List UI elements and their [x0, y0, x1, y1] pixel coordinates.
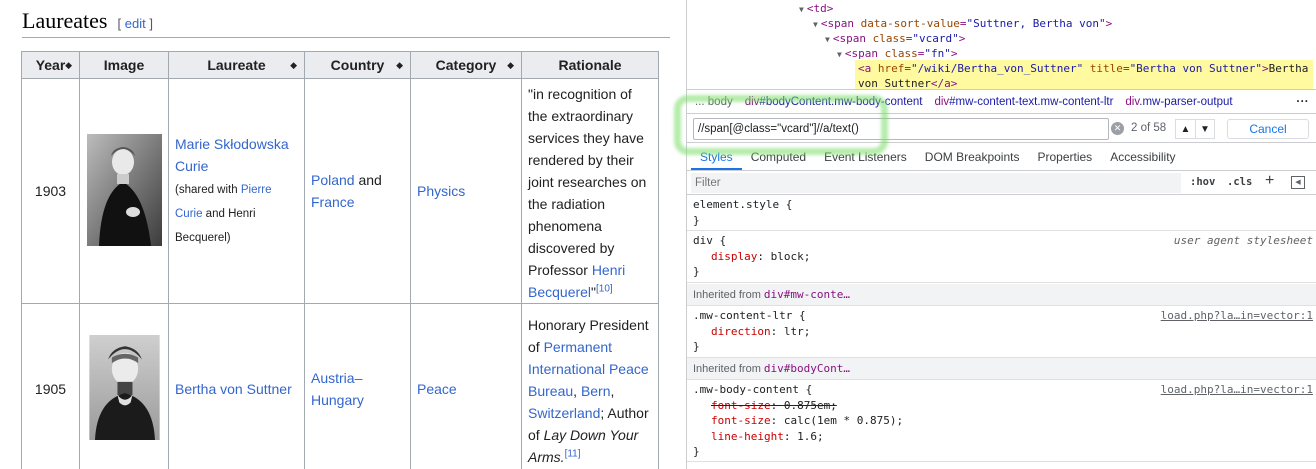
tab-computed[interactable]: Computed	[742, 143, 815, 170]
dom-node-anchor[interactable]: <a href="/wiki/Bertha_von_Suttner" title…	[858, 61, 1308, 77]
category-cell: Physics	[410, 78, 522, 304]
search-result-count: 2 of 58	[1131, 122, 1167, 134]
image-cell	[79, 78, 169, 304]
curie-photo[interactable]	[86, 133, 162, 246]
breadcrumb-item[interactable]: div#mw-content-text.mw-content-ltr	[934, 96, 1113, 108]
section-heading: Laureates [ edit ]	[22, 8, 153, 34]
reference-10[interactable]: [10]	[596, 283, 613, 294]
cancel-button[interactable]: Cancel	[1227, 119, 1309, 139]
tab-dom-breakpoints[interactable]: DOM Breakpoints	[916, 143, 1029, 170]
tab-properties[interactable]: Properties	[1028, 143, 1101, 170]
book-title: Lay Down Your Arms.	[528, 426, 639, 465]
header-image: Image	[79, 51, 169, 79]
breadcrumb-item[interactable]: div#bodyContent.mw-body-content	[745, 96, 923, 108]
table-row: 1903 Marie Skłodowska Curie (shared with…	[21, 78, 659, 304]
expand-triangle-icon[interactable]: ▼	[837, 50, 842, 59]
rationale-link-switzerland[interactable]: Switzerland	[528, 405, 600, 421]
dom-search-bar: ✕ 2 of 58 ▲ ▼ Cancel	[687, 113, 1316, 143]
inherited-header: Inherited from div#mw-conte…	[687, 284, 1316, 306]
rationale-link-bern[interactable]: Bern	[581, 383, 611, 399]
country-link-austria-hungary[interactable]: Austria–Hungary	[311, 367, 371, 411]
rationale-cell: Honorary President of Permanent Internat…	[521, 303, 659, 469]
header-country[interactable]: Country ◆	[304, 51, 411, 79]
new-rule-icon[interactable]: +	[1265, 172, 1274, 190]
table-row: 1905 Bertha von Suttner Austria–Hungary …	[21, 303, 659, 469]
edit-section: [ edit ]	[117, 16, 153, 31]
previous-match-button[interactable]: ▲	[1175, 119, 1195, 139]
stylesheet-source-link[interactable]: load.php?la…in=vector:1	[1161, 382, 1313, 398]
inherited-header: Inherited from div#bodyCont…	[687, 358, 1316, 380]
tab-styles[interactable]: Styles	[691, 143, 742, 170]
suttner-photo[interactable]	[87, 334, 162, 440]
breadcrumb-item[interactable]: div.mw-parser-output	[1125, 96, 1232, 108]
stylesheet-source-link[interactable]: load.php?la…in=vector:1	[1161, 308, 1313, 324]
year-cell: 1903	[21, 78, 80, 304]
inherited-element-link[interactable]: div#bodyCont…	[764, 362, 850, 375]
tab-accessibility[interactable]: Accessibility	[1101, 143, 1184, 170]
dom-breadcrumb: ... body div#bodyContent.mw-body-content…	[687, 89, 1316, 113]
wiki-page: Laureates [ edit ] Year ◆ Image Laureate ◆…	[0, 0, 686, 469]
shared-note: (shared with Pierre Curie and Henri Becq…	[175, 184, 272, 244]
element-style-rule[interactable]: element.style { }	[687, 197, 1316, 231]
more-icon[interactable]: ...	[1296, 93, 1309, 105]
expand-triangle-icon[interactable]: ▼	[813, 20, 818, 29]
section-title: Laureates	[22, 8, 108, 33]
country-cell: Poland and France	[304, 78, 411, 304]
inherited-element-link[interactable]: div#mw-conte…	[764, 288, 850, 301]
clear-icon[interactable]: ✕	[1111, 122, 1124, 135]
laureate-link[interactable]: Bertha von Suttner	[175, 381, 292, 397]
content-ltr-rule[interactable]: load.php?la…in=vector:1 .mw-content-ltr …	[687, 308, 1316, 358]
heading-divider	[22, 37, 670, 38]
div-ua-rule[interactable]: user agent stylesheet div { display: blo…	[687, 233, 1316, 283]
image-cell	[79, 303, 169, 469]
sidebar-toggle-icon[interactable]: ◀	[1291, 176, 1305, 189]
laureates-table: Year ◆ Image Laureate ◆ Country ◆ Category ◆…	[21, 51, 659, 469]
styles-tabs: Styles Computed Event Listeners DOM Brea…	[687, 143, 1316, 171]
header-category[interactable]: Category ◆	[410, 51, 522, 79]
laureate-cell: Bertha von Suttner	[168, 303, 305, 469]
ua-source: user agent stylesheet	[1173, 234, 1313, 247]
country-cell: Austria–Hungary	[304, 303, 411, 469]
reference-11[interactable]: [11]	[565, 448, 581, 459]
breadcrumb-item[interactable]: ... body	[695, 96, 733, 108]
devtools-panel: ▼ <td> ▼ <span data-sort-value="Suttner, B…	[686, 0, 1316, 469]
header-rationale: Rationale	[521, 51, 659, 79]
styles-filter-input[interactable]	[691, 173, 1181, 193]
category-link[interactable]: Physics	[417, 183, 465, 199]
tab-event-listeners[interactable]: Event Listeners	[815, 143, 916, 170]
edit-link[interactable]: edit	[125, 16, 146, 31]
category-cell: Peace	[410, 303, 522, 469]
sort-icon[interactable]: ◆	[290, 60, 297, 71]
next-match-button[interactable]: ▼	[1195, 119, 1215, 139]
body-content-rule[interactable]: load.php?la…in=vector:1 .mw-body-content…	[687, 382, 1316, 462]
header-laureate[interactable]: Laureate ◆	[168, 51, 305, 79]
country-link-france[interactable]: France	[311, 194, 355, 210]
header-year[interactable]: Year ◆	[21, 51, 80, 79]
rationale-cell: "in recognition of the extraordinary ser…	[521, 78, 659, 304]
expand-triangle-icon[interactable]: ▼	[799, 5, 804, 14]
laureate-link[interactable]: Marie Skłodowska Curie	[175, 136, 289, 174]
dom-tree: ▼ <td> ▼ <span data-sort-value="Suttner, B…	[687, 0, 1316, 90]
styles-filter-bar: :hov .cls + ◀	[687, 171, 1316, 195]
xpath-search-input[interactable]	[693, 118, 1109, 140]
laureate-cell: Marie Skłodowska Curie (shared with Pier…	[168, 78, 305, 304]
styles-pane: element.style { } user agent stylesheet …	[687, 195, 1316, 469]
table-header-row: Year ◆ Image Laureate ◆ Country ◆ Category ◆…	[21, 51, 659, 79]
sort-icon[interactable]: ◆	[65, 60, 72, 71]
expand-triangle-icon[interactable]: ▼	[825, 35, 830, 44]
category-link[interactable]: Peace	[417, 381, 457, 397]
year-cell: 1905	[21, 303, 80, 469]
sort-icon[interactable]: ◆	[396, 60, 403, 71]
class-toggle[interactable]: .cls	[1227, 176, 1252, 188]
sort-icon[interactable]: ◆	[507, 60, 514, 71]
country-link-poland[interactable]: Poland	[311, 172, 355, 188]
hover-state-toggle[interactable]: :hov	[1190, 176, 1215, 188]
